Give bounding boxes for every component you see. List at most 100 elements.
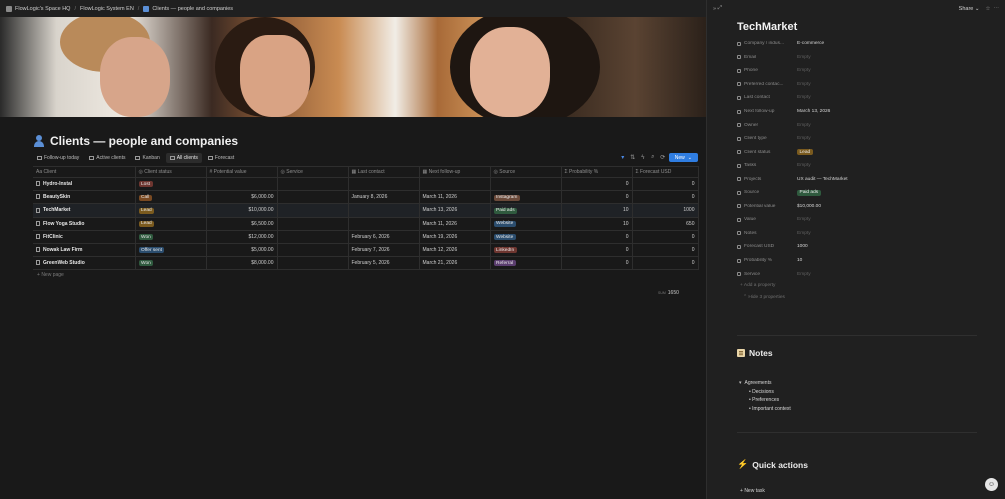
column-header-next-follow-up[interactable]: ▦ Next follow-up: [419, 166, 491, 178]
toggle-triangle-icon[interactable]: ▾: [739, 380, 742, 386]
new-button[interactable]: New ⌄: [668, 153, 698, 162]
property-row[interactable]: Last contact Empty: [737, 91, 987, 105]
property-value[interactable]: UX audit — TechMarket: [797, 177, 848, 182]
property-value[interactable]: Empty: [797, 231, 811, 236]
property-row[interactable]: Forecast USD 1000: [737, 240, 987, 254]
sort-icon[interactable]: ⇅: [629, 154, 637, 162]
help-assistant-icon[interactable]: ☺: [985, 478, 998, 491]
cell-status[interactable]: Won: [135, 256, 207, 271]
add-property-button[interactable]: + Add a property: [740, 283, 775, 288]
column-header-source[interactable]: ◎ Source: [490, 166, 562, 178]
table-row[interactable]: GreenWeb Studio Won $8,000.00 February 5, 2…: [33, 256, 699, 271]
cell-status[interactable]: Call: [135, 190, 207, 205]
star-icon[interactable]: ☆: [986, 6, 991, 12]
cell-client[interactable]: BeautySkin: [33, 190, 136, 205]
cell-next-follow-up[interactable]: March 11, 2026: [419, 217, 491, 231]
property-value[interactable]: March 13, 2026: [797, 109, 830, 114]
property-value[interactable]: Empty: [797, 68, 811, 73]
property-row[interactable]: Next follow-up March 13, 2026: [737, 105, 987, 119]
filter-icon[interactable]: ▾: [619, 154, 627, 162]
property-row[interactable]: Potential value $10,000.00: [737, 200, 987, 214]
cell-last-contact[interactable]: February 5, 2026: [348, 256, 420, 271]
cell-service[interactable]: [277, 190, 349, 205]
column-header-forecast[interactable]: Σ Forecast USD: [632, 166, 699, 178]
property-row[interactable]: Email Empty: [737, 51, 987, 65]
cell-last-contact[interactable]: January 8, 2026: [348, 190, 420, 205]
property-value[interactable]: Empty: [797, 272, 811, 277]
chevron-down-icon[interactable]: ⌄: [688, 155, 692, 161]
cell-value[interactable]: $6,500.00: [206, 217, 278, 231]
column-header-client[interactable]: Aa Client: [33, 166, 136, 178]
search-icon[interactable]: ⌕: [649, 154, 657, 162]
cell-status[interactable]: Lead: [135, 217, 207, 231]
collapse-panel-icon[interactable]: »: [713, 6, 716, 12]
cell-last-contact[interactable]: [348, 177, 420, 192]
settings-icon[interactable]: ⟳: [659, 154, 667, 162]
cell-status[interactable]: Lead: [135, 203, 207, 218]
cell-last-contact[interactable]: [348, 203, 420, 218]
cell-next-follow-up[interactable]: March 12, 2026: [419, 243, 491, 258]
column-header-value[interactable]: # Potential value: [206, 166, 278, 178]
tab-follow-up-today[interactable]: Follow-up today: [33, 153, 83, 163]
hide-properties-toggle[interactable]: ⌃ Hide 3 properties: [743, 295, 785, 300]
column-header-service[interactable]: ◎ Service: [277, 166, 349, 178]
cell-source[interactable]: Instagram: [490, 190, 562, 205]
tab-active-clients[interactable]: Active clients: [85, 153, 129, 163]
cell-next-follow-up[interactable]: March 11, 2026: [419, 190, 491, 205]
tab-kanban[interactable]: Kanban: [131, 153, 163, 163]
table-row[interactable]: Hydro-Instal Lost 0 0: [33, 177, 699, 192]
property-row[interactable]: Notes Empty: [737, 227, 987, 241]
cell-service[interactable]: [277, 243, 349, 258]
property-row[interactable]: Client type Empty: [737, 132, 987, 146]
cell-client[interactable]: GreenWeb Studio: [33, 256, 136, 271]
tab-forecast[interactable]: Forecast: [204, 153, 238, 163]
cell-client[interactable]: FitClinic: [33, 230, 136, 244]
cell-status[interactable]: Lost: [135, 177, 207, 192]
cell-client[interactable]: Flow Yoga Studio: [33, 217, 136, 231]
cell-source[interactable]: Referral: [490, 256, 562, 271]
property-value[interactable]: Empty: [797, 55, 811, 60]
cell-client[interactable]: Nowak Law Firm: [33, 243, 136, 258]
cell-last-contact[interactable]: February 6, 2026: [348, 230, 420, 244]
cell-status[interactable]: Won: [135, 230, 207, 244]
property-value[interactable]: Empty: [797, 136, 811, 141]
property-row[interactable]: Phone Empty: [737, 64, 987, 78]
cell-value[interactable]: $8,000.00: [206, 256, 278, 271]
column-header-last-contact[interactable]: ▦ Last contact: [348, 166, 420, 178]
cell-service[interactable]: [277, 217, 349, 231]
property-value[interactable]: 10: [797, 258, 802, 263]
cell-service[interactable]: [277, 177, 349, 192]
notes-toggle[interactable]: ▾ Agreements: [739, 379, 791, 388]
cell-source[interactable]: Paid ads: [490, 203, 562, 218]
property-row[interactable]: Source Paid ads: [737, 186, 987, 200]
column-header-probability[interactable]: Σ Probability %: [561, 166, 633, 178]
property-value[interactable]: Empty: [797, 95, 811, 100]
cell-last-contact[interactable]: [348, 217, 420, 231]
table-row[interactable]: TechMarket Lead $10,000.00 March 13, 2026 Pa…: [33, 203, 699, 218]
property-value[interactable]: $10,000.00: [797, 204, 821, 209]
property-row[interactable]: Service Empty: [737, 267, 987, 281]
share-button[interactable]: Share ⌄: [959, 6, 980, 12]
breadcrumb-item-clients[interactable]: Clients — people and companies: [143, 5, 233, 12]
cell-client[interactable]: Hydro-Instal: [33, 177, 136, 192]
cell-value[interactable]: [206, 177, 278, 192]
tab-all-clients[interactable]: All clients: [165, 152, 202, 163]
table-row[interactable]: FitClinic Won $12,000.00 February 6, 2026 Ma…: [33, 230, 699, 244]
cell-service[interactable]: [277, 256, 349, 271]
property-value[interactable]: Empty: [797, 82, 811, 87]
new-task-button[interactable]: + New task: [740, 488, 765, 494]
new-page-button[interactable]: + New page: [37, 272, 64, 278]
table-row[interactable]: Nowak Law Firm Offer sent $5,000.00 Februar…: [33, 243, 699, 258]
property-value[interactable]: Empty: [797, 163, 811, 168]
more-icon[interactable]: ⋯: [994, 6, 1000, 12]
property-row[interactable]: Tasks Empty: [737, 159, 987, 173]
cell-value[interactable]: $10,000.00: [206, 203, 278, 218]
cell-next-follow-up[interactable]: [419, 177, 491, 192]
property-value[interactable]: Empty: [797, 123, 811, 128]
breadcrumb-item-system[interactable]: FlowLogic System EN: [80, 6, 134, 12]
cell-source[interactable]: [490, 177, 562, 192]
property-row[interactable]: Client status Lead: [737, 145, 987, 159]
property-value[interactable]: E-commerce: [797, 41, 824, 46]
record-title[interactable]: TechMarket: [737, 21, 797, 33]
property-row[interactable]: Probability % 10: [737, 254, 987, 268]
